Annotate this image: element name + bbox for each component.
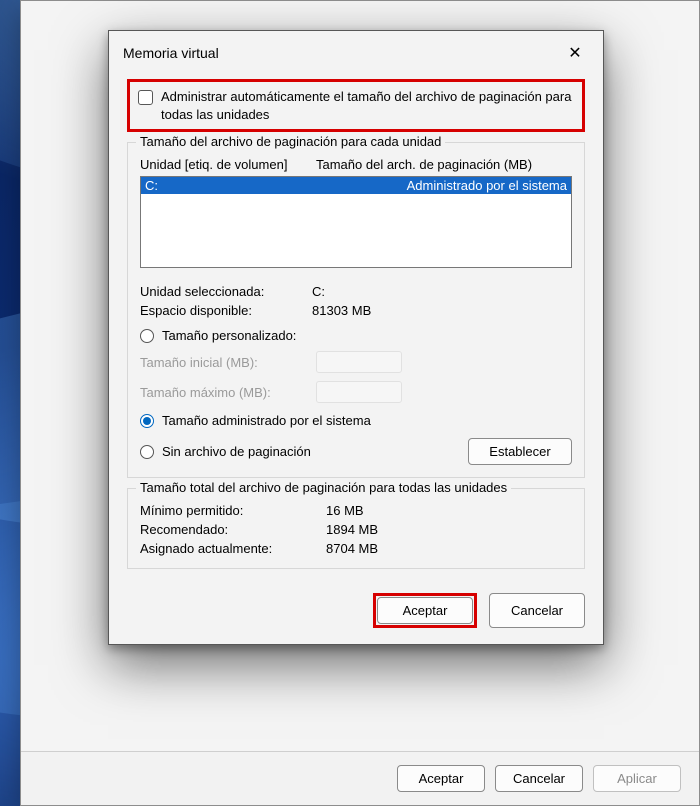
drive-list[interactable]: C: Administrado por el sistema [140,176,572,268]
drive-list-headers: Unidad [etiq. de volumen] Tamaño del arc… [140,157,572,172]
custom-size-option[interactable]: Tamaño personalizado: [140,328,572,343]
custom-size-label: Tamaño personalizado: [162,328,296,343]
virtual-memory-dialog: Memoria virtual ✕ Administrar automática… [108,30,604,645]
cur-label: Asignado actualmente: [140,541,326,556]
radio-custom[interactable] [140,329,154,343]
header-drive: Unidad [etiq. de volumen] [140,157,316,172]
per-drive-group: Tamaño del archivo de paginación para ca… [127,142,585,478]
min-label: Mínimo permitido: [140,503,326,518]
drive-cell: C: [145,178,317,193]
set-button[interactable]: Establecer [468,438,572,465]
no-paging-label: Sin archivo de paginación [162,444,311,459]
auto-manage-label[interactable]: Administrar automáticamente el tamaño de… [161,88,574,123]
selected-drive-label: Unidad seleccionada: [140,284,312,299]
free-space-label: Espacio disponible: [140,303,312,318]
system-managed-label: Tamaño administrado por el sistema [162,413,371,428]
cur-value: 8704 MB [326,541,378,556]
initial-size-label: Tamaño inicial (MB): [140,355,306,370]
max-size-input [316,381,402,403]
ok-highlight: Aceptar [373,593,477,628]
parent-ok-button[interactable]: Aceptar [397,765,485,792]
per-drive-legend: Tamaño del archivo de paginación para ca… [136,134,445,149]
header-size: Tamaño del arch. de paginación (MB) [316,157,532,172]
radio-system[interactable] [140,414,154,428]
max-size-label: Tamaño máximo (MB): [140,385,306,400]
cancel-button[interactable]: Cancelar [489,593,585,628]
free-space-value: 81303 MB [312,303,371,318]
auto-manage-checkbox[interactable] [138,90,153,105]
totals-legend: Tamaño total del archivo de paginación p… [136,480,511,495]
parent-apply-button: Aplicar [593,765,681,792]
totals-group: Tamaño total del archivo de paginación p… [127,488,585,569]
close-icon[interactable]: ✕ [561,41,589,65]
dialog-buttons: Aceptar Cancelar [109,583,603,644]
system-managed-option[interactable]: Tamaño administrado por el sistema [140,413,572,428]
min-value: 16 MB [326,503,364,518]
initial-size-input [316,351,402,373]
parent-cancel-button[interactable]: Cancelar [495,765,583,792]
ok-button[interactable]: Aceptar [377,597,473,624]
rec-label: Recomendado: [140,522,326,537]
radio-none[interactable] [140,445,154,459]
no-paging-option[interactable]: Sin archivo de paginación [140,444,311,459]
dialog-title: Memoria virtual [123,45,219,61]
rec-value: 1894 MB [326,522,378,537]
selected-drive-value: C: [312,284,325,299]
drive-row[interactable]: C: Administrado por el sistema [141,177,571,194]
titlebar: Memoria virtual ✕ [109,31,603,75]
size-cell: Administrado por el sistema [317,178,567,193]
parent-dialog-buttons: Aceptar Cancelar Aplicar [21,751,699,805]
auto-manage-highlight: Administrar automáticamente el tamaño de… [127,79,585,132]
